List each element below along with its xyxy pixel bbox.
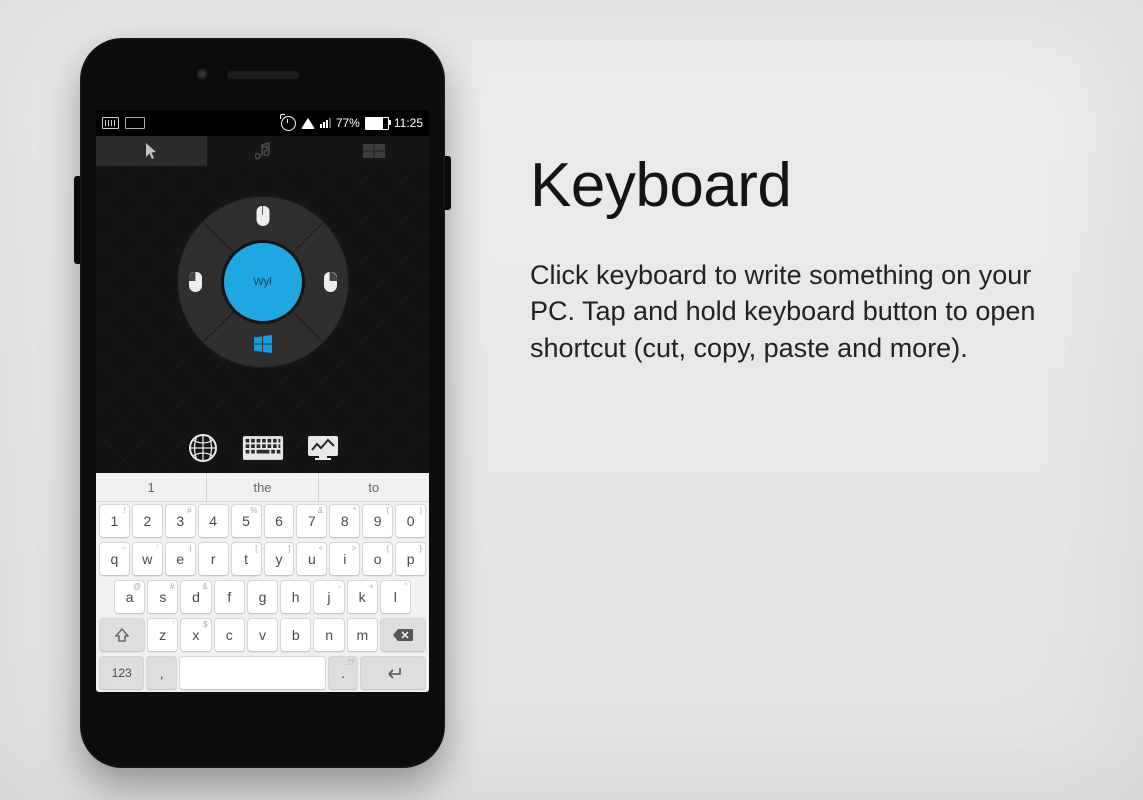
symbols-key[interactable]: 123 (99, 656, 144, 690)
wifi-icon (301, 118, 315, 129)
marketing-copy: Keyboard Click keyboard to write some­th… (530, 150, 1083, 366)
tab-media[interactable] (207, 136, 318, 166)
key-n[interactable]: n (313, 618, 344, 652)
front-camera (196, 68, 208, 80)
mouse-right-button[interactable] (324, 272, 337, 292)
key-7[interactable]: 7& (296, 504, 327, 538)
battery-icon (365, 117, 389, 130)
period-key[interactable]: ..!? (328, 656, 359, 690)
mouse-middle-button[interactable] (256, 206, 269, 226)
key-u[interactable]: u< (296, 542, 327, 576)
radial-center-label: Wył (253, 276, 271, 288)
marketing-body: Click keyboard to write some­thing on yo… (530, 257, 1070, 366)
backspace-icon (392, 628, 414, 642)
key-g[interactable]: g (247, 580, 278, 614)
windows-button[interactable] (254, 335, 272, 358)
clock-time: 11:25 (394, 116, 423, 130)
app-tab-bar (96, 136, 429, 166)
earpiece (227, 71, 299, 79)
key-6[interactable]: 6 (264, 504, 295, 538)
key-9[interactable]: 9( (362, 504, 393, 538)
app-body[interactable]: Wył (96, 166, 429, 473)
key-i[interactable]: i> (329, 542, 360, 576)
key-t[interactable]: t[ (231, 542, 262, 576)
monitor-button[interactable] (302, 433, 344, 463)
key-f[interactable]: f (214, 580, 245, 614)
signal-icon (320, 118, 331, 128)
phone-screen: 77% 11:25 (96, 110, 429, 692)
key-1[interactable]: 1! (99, 504, 130, 538)
sd-card-icon (125, 117, 145, 129)
key-o[interactable]: o{ (362, 542, 393, 576)
key-m[interactable]: m (347, 618, 378, 652)
suggestion-1[interactable]: 1 (96, 473, 207, 501)
key-row-2: a@s#d&fghj-k+l" (96, 578, 429, 616)
key-0[interactable]: 0) (395, 504, 426, 538)
on-screen-keyboard: 1 the to 1!23#45%67&8*9(0) q~w`e|rt[y]u<… (96, 473, 429, 692)
key-d[interactable]: d& (180, 580, 211, 614)
key-j[interactable]: j- (313, 580, 344, 614)
enter-icon (383, 666, 403, 680)
battery-percent: 77% (336, 116, 360, 130)
alarm-icon (281, 116, 296, 131)
globe-icon (188, 433, 218, 463)
key-a[interactable]: a@ (114, 580, 145, 614)
key-h[interactable]: h (280, 580, 311, 614)
action-icon-row (96, 433, 429, 463)
key-row-numbers: 1!23#45%67&8*9(0) (96, 502, 429, 540)
key-row-1: q~w`e|rt[y]u<i>o{p} (96, 540, 429, 578)
key-l[interactable]: l" (380, 580, 411, 614)
keyboard-button[interactable] (242, 433, 284, 463)
radial-center-button[interactable]: Wył (224, 243, 302, 321)
enter-key[interactable] (360, 656, 426, 690)
key-e[interactable]: e| (165, 542, 196, 576)
grid-icon (363, 144, 385, 158)
key-2[interactable]: 2 (132, 504, 163, 538)
key-row-3: z'x$cvbnm (96, 616, 429, 654)
windows-icon (254, 335, 272, 353)
key-3[interactable]: 3# (165, 504, 196, 538)
key-s[interactable]: s# (147, 580, 178, 614)
music-note-icon (255, 142, 271, 160)
space-key[interactable] (179, 656, 325, 690)
backspace-key[interactable] (380, 618, 426, 652)
status-bar: 77% 11:25 (96, 110, 429, 136)
key-b[interactable]: b (280, 618, 311, 652)
key-r[interactable]: r (198, 542, 229, 576)
tab-mouse[interactable] (96, 136, 207, 166)
key-c[interactable]: c (214, 618, 245, 652)
radial-control: Wył (177, 196, 349, 368)
shift-icon (114, 627, 130, 643)
key-y[interactable]: y] (264, 542, 295, 576)
suggestion-2[interactable]: the (207, 473, 318, 501)
comma-key[interactable]: , (146, 656, 177, 690)
keyboard-status-icon (102, 117, 119, 129)
tab-presentation[interactable] (318, 136, 429, 166)
key-k[interactable]: k+ (347, 580, 378, 614)
key-5[interactable]: 5% (231, 504, 262, 538)
suggestion-bar: 1 the to (96, 473, 429, 502)
mouse-left-button[interactable] (189, 272, 202, 292)
browser-button[interactable] (182, 433, 224, 463)
key-row-4: 123 , ..!? (96, 654, 429, 692)
suggestion-3[interactable]: to (319, 473, 429, 501)
phone-device: 77% 11:25 (80, 38, 445, 768)
key-v[interactable]: v (247, 618, 278, 652)
monitor-icon (306, 434, 340, 462)
key-q[interactable]: q~ (99, 542, 130, 576)
key-w[interactable]: w` (132, 542, 163, 576)
shift-key[interactable] (99, 618, 145, 652)
key-4[interactable]: 4 (198, 504, 229, 538)
key-p[interactable]: p} (395, 542, 426, 576)
marketing-heading: Keyboard (530, 150, 1083, 221)
keyboard-icon (242, 434, 284, 462)
key-x[interactable]: x$ (180, 618, 211, 652)
cursor-icon (144, 141, 160, 161)
key-z[interactable]: z' (147, 618, 178, 652)
key-8[interactable]: 8* (329, 504, 360, 538)
